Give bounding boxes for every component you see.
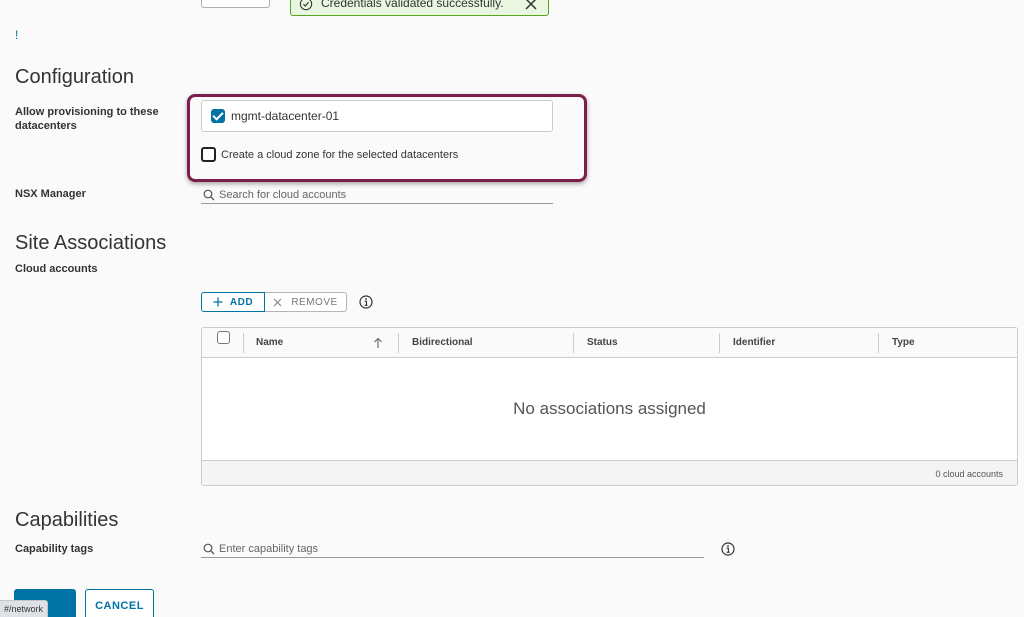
success-toast: Credentials validated successfully. [290,0,549,16]
associations-datagrid: Name Bidirectional Status Identifier Typ… [201,327,1018,486]
cloud-zone-label: Create a cloud zone for the selected dat… [221,148,459,161]
capabilities-heading: Capabilities [15,509,119,531]
datacenter-list: mgmt-datacenter-01 [201,100,553,132]
column-type[interactable]: Type [892,328,915,358]
x-icon [273,298,282,306]
cancel-button[interactable]: CANCEL [85,589,154,617]
check-circle-icon [299,0,313,11]
remove-label: REMOVE [291,296,338,308]
add-button[interactable]: ADD [201,292,265,312]
plus-icon [213,297,223,307]
select-all-checkbox[interactable] [217,331,230,344]
info-icon[interactable] [359,295,373,309]
column-name[interactable]: Name [256,328,283,358]
validate-button[interactable]: VALIDATE [201,0,270,8]
marker-text: ! [15,28,19,42]
datagrid-header: Name Bidirectional Status Identifier Typ… [202,328,1017,358]
datacenters-label: Allow provisioning to these datacenters [15,106,159,132]
datacenter-item-label: mgmt-datacenter-01 [231,109,340,123]
nsx-manager-label: NSX Manager [15,188,86,200]
toast-message: Credentials validated successfully. [321,0,504,10]
info-icon[interactable] [721,542,735,556]
capability-tags-placeholder: Enter capability tags [219,542,319,555]
capability-tags-input[interactable]: Enter capability tags [201,540,704,558]
close-icon[interactable] [524,0,538,11]
search-icon [203,189,215,200]
datagrid-empty-message: No associations assigned [513,399,706,418]
datagrid-footer: 0 cloud accounts [202,460,1017,485]
site-associations-heading: Site Associations [15,232,167,254]
column-status[interactable]: Status [587,328,618,358]
nsx-manager-search[interactable]: Search for cloud accounts [201,186,553,204]
association-actions: ADD REMOVE [201,292,347,312]
column-bidirectional[interactable]: Bidirectional [412,328,473,358]
cloud-zone-option[interactable]: Create a cloud zone for the selected dat… [201,147,458,162]
sort-ascending-icon[interactable] [373,337,383,349]
remove-button[interactable]: REMOVE [265,292,347,312]
configuration-heading: Configuration [15,66,134,88]
nsx-search-placeholder: Search for cloud accounts [219,188,347,201]
cloud-zone-checkbox[interactable] [201,147,216,162]
column-identifier[interactable]: Identifier [733,328,775,358]
status-bar-url: #/network [0,600,49,617]
datacenter-checkbox[interactable] [211,109,225,123]
search-icon [203,543,215,554]
cloud-accounts-label: Cloud accounts [15,263,98,275]
capability-tags-label: Capability tags [15,543,94,555]
add-label: ADD [229,296,254,308]
